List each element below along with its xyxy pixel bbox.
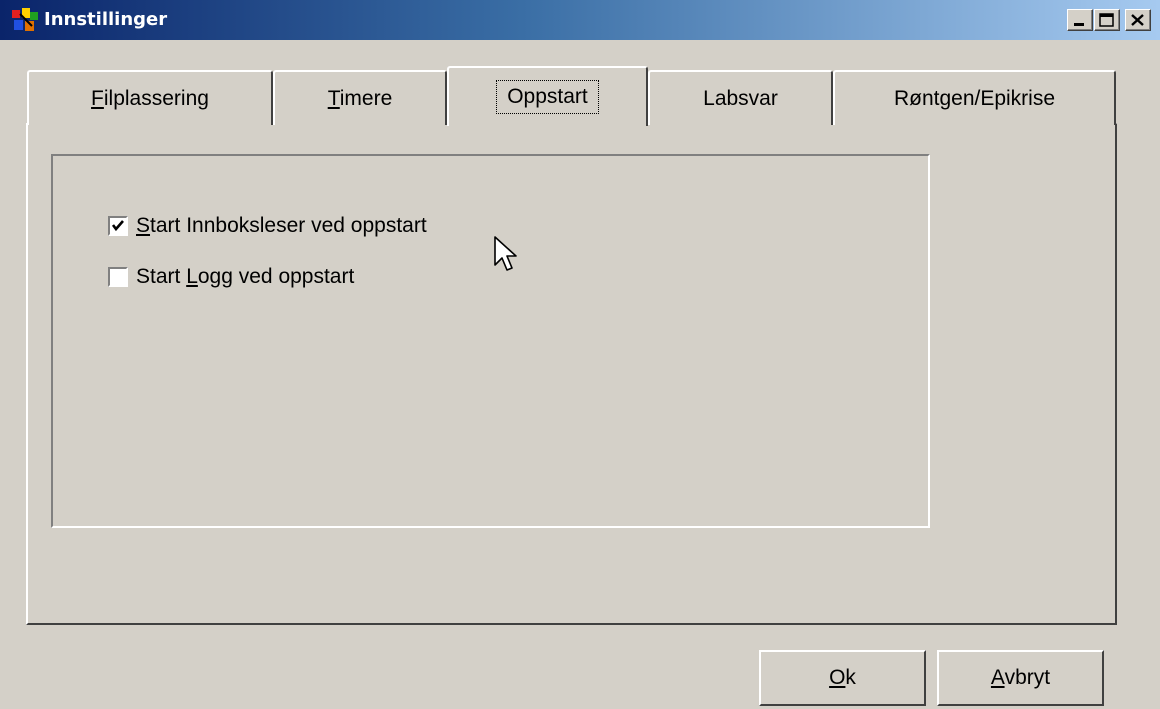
cancel-button[interactable]: Avbryt: [937, 650, 1104, 706]
options-group: [51, 154, 930, 528]
tab-label: Labsvar: [703, 86, 778, 110]
tab-timere[interactable]: Timere: [273, 70, 447, 125]
ok-button[interactable]: Ok: [759, 650, 926, 706]
title-bar[interactable]: Innstillinger: [0, 0, 1160, 40]
ok-button-label: Ok: [829, 666, 856, 689]
tab-label: Oppstart: [496, 80, 599, 114]
close-icon: [1131, 14, 1144, 26]
start-innboksleser-checkbox-row[interactable]: Start Innboksleser ved oppstart: [108, 214, 427, 238]
tab-rontgen-epikrise[interactable]: Røntgen/Epikrise: [833, 70, 1116, 125]
start-innboksleser-checkbox[interactable]: [108, 216, 128, 236]
tab-label: Røntgen/Epikrise: [893, 86, 1056, 110]
tab-label: Timere: [327, 86, 393, 110]
tab-label: Filplassering: [91, 86, 209, 110]
mouse-cursor-icon: [494, 236, 517, 271]
start-logg-label: Start Logg ved oppstart: [136, 265, 355, 288]
start-logg-checkbox[interactable]: [108, 267, 128, 287]
maximize-button[interactable]: [1094, 9, 1120, 31]
minimize-button[interactable]: [1067, 9, 1093, 31]
start-logg-checkbox-row[interactable]: Start Logg ved oppstart: [108, 265, 354, 289]
tab-labsvar[interactable]: Labsvar: [648, 70, 833, 125]
tab-oppstart[interactable]: Oppstart: [447, 66, 648, 126]
tab-filplassering[interactable]: Filplassering: [27, 70, 273, 125]
cancel-button-label: Avbryt: [990, 666, 1051, 689]
checkmark-icon: [111, 220, 124, 232]
app-icon: [12, 8, 38, 31]
minimize-icon: [1074, 23, 1084, 26]
start-innboksleser-label: Start Innboksleser ved oppstart: [136, 214, 427, 237]
close-button[interactable]: [1125, 9, 1151, 31]
window-title: Innstillinger: [44, 9, 168, 30]
maximize-icon: [1099, 13, 1114, 27]
